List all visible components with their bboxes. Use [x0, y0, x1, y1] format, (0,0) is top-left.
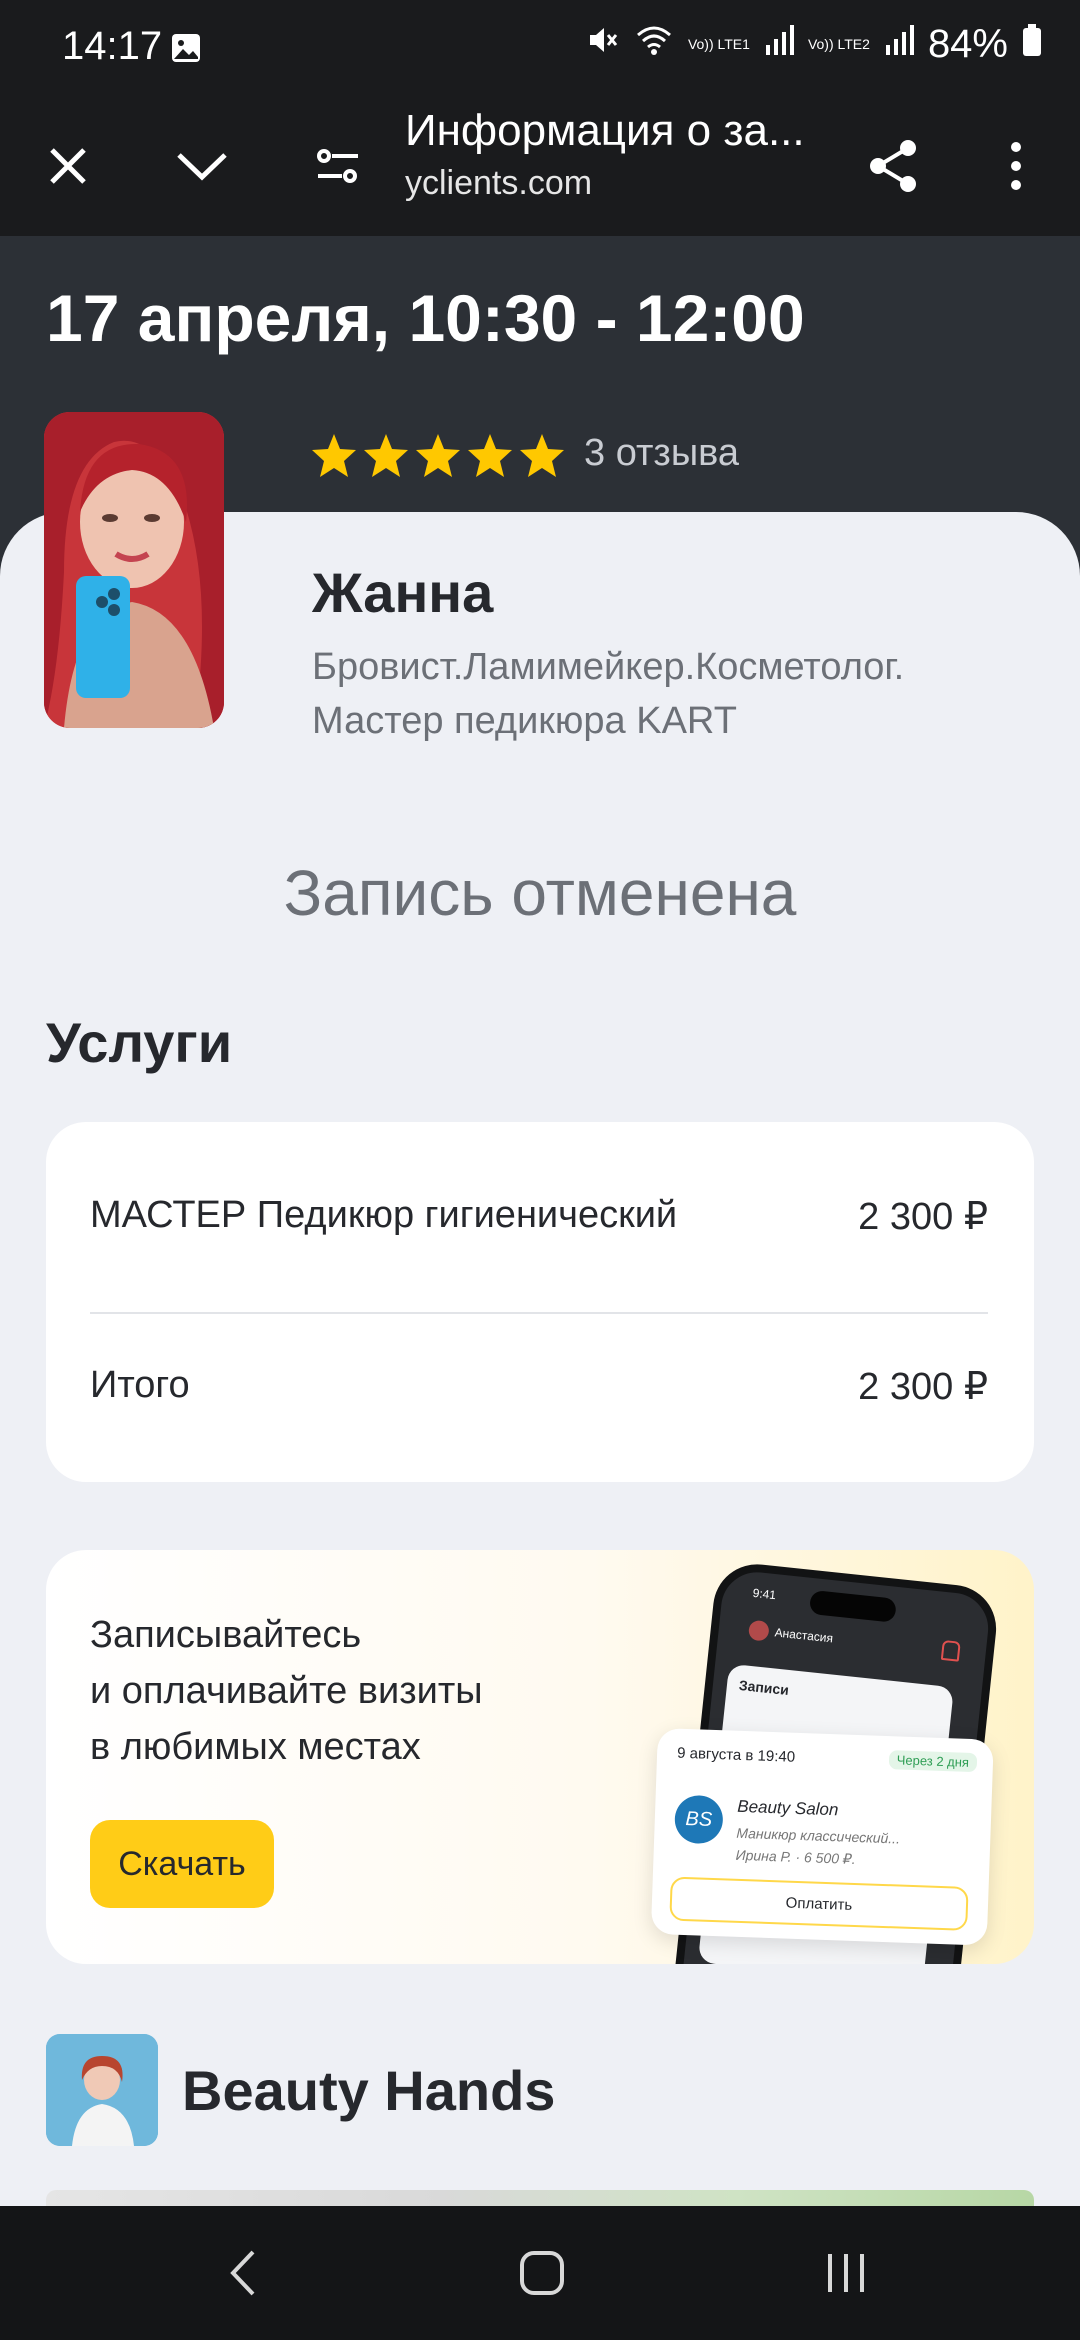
star-icon	[312, 434, 356, 477]
status-time: 14:17	[62, 24, 163, 68]
master-name: Жанна	[312, 561, 494, 624]
back-button[interactable]	[172, 2206, 312, 2340]
page-title: Информация о за...	[405, 106, 805, 155]
promo-text: Записывайтесь	[90, 1614, 362, 1656]
recents-icon	[828, 2254, 864, 2292]
more-vert-icon	[1011, 142, 1021, 190]
close-icon	[50, 148, 86, 184]
system-nav-bar	[0, 2206, 1080, 2340]
appointment-card-illustration: 9 августа в 19:40 Через 2 дня BS Beauty …	[650, 1728, 994, 1946]
star-icon	[468, 434, 512, 477]
phone-time: 9:41	[752, 1585, 777, 1603]
appt-pay-button: Оплатить	[669, 1876, 969, 1931]
phone-user-name: Анастасия	[774, 1625, 834, 1646]
service-price: 2 300 ₽	[858, 1196, 988, 1238]
battery-icon	[1022, 22, 1042, 67]
tune-icon	[317, 149, 358, 183]
home-icon	[520, 2251, 564, 2295]
promo-text: в любимых местах	[90, 1726, 421, 1768]
app-promo-banner: Записывайтесь и оплачивайте визиты в люб…	[46, 1550, 1034, 1964]
appt-service: Маникюр классический...	[736, 1824, 901, 1847]
salon-logo-badge: BS	[674, 1794, 724, 1845]
avatar	[747, 1619, 770, 1642]
salon-name[interactable]: Beauty Hands	[182, 2058, 555, 2123]
back-icon	[230, 2250, 255, 2296]
salon-logo[interactable]	[46, 2034, 158, 2146]
star-icon	[364, 434, 408, 477]
total-label: Итого	[90, 1364, 190, 1406]
more-button[interactable]	[966, 96, 1066, 236]
recents-button[interactable]	[776, 2206, 916, 2340]
signal-icon	[884, 22, 914, 67]
close-button[interactable]	[18, 96, 118, 236]
wifi-icon	[634, 22, 674, 67]
browser-toolbar: Информация о за... yclients.com	[0, 96, 1080, 236]
chevron-down-icon	[177, 153, 227, 181]
master-avatar[interactable]	[44, 412, 224, 728]
reviews-link[interactable]: 3 отзыва	[584, 432, 739, 475]
phone-notch	[808, 1589, 897, 1623]
master-role: Мастер педикюра KART	[312, 700, 737, 742]
appt-when-badge: Через 2 дня	[888, 1750, 978, 1773]
divider	[90, 1312, 988, 1314]
service-name: МАСТЕР Педикюр гигиенический	[90, 1194, 678, 1236]
appt-date: 9 августа в 19:40	[676, 1744, 796, 1766]
sim1-label: Vo)) LTE1	[687, 36, 750, 52]
map-preview[interactable]	[46, 2190, 1034, 2206]
share-button[interactable]	[844, 96, 944, 236]
appt-meta: Ирина Р. · 6 500 ₽.	[735, 1846, 857, 1867]
services-card: МАСТЕР Педикюр гигиенический 2 300 ₽ Ито…	[46, 1122, 1034, 1482]
phone-user: Анастасия	[747, 1619, 834, 1649]
home-button[interactable]	[472, 2206, 612, 2340]
signal-icon	[764, 22, 794, 67]
page-url: yclients.com	[405, 164, 593, 202]
star-icon	[520, 434, 564, 477]
phone-section-title: Записи	[738, 1676, 790, 1699]
mute-icon	[586, 22, 620, 67]
promo-text: и оплачивайте визиты	[90, 1670, 483, 1712]
share-icon	[870, 140, 916, 192]
sim2-label: Vo)) LTE2	[807, 36, 870, 52]
status-bar: 14:17 Vo)) LTE1 Vo)) LTE2 84%	[0, 0, 1080, 96]
battery-percent: 84%	[927, 22, 1008, 66]
appointment-status: Запись отменена	[283, 857, 797, 929]
rating-stars	[310, 432, 566, 480]
bell-icon	[940, 1639, 961, 1662]
services-heading: Услуги	[46, 1011, 233, 1074]
star-icon	[416, 434, 460, 477]
appointment-datetime: 17 апреля, 10:30 - 12:00	[46, 281, 805, 355]
page-settings-button[interactable]	[288, 96, 388, 236]
total-price: 2 300 ₽	[858, 1366, 988, 1408]
image-icon	[170, 32, 202, 64]
collapse-button[interactable]	[152, 96, 252, 236]
download-button[interactable]: Скачать	[90, 1820, 274, 1908]
appt-salon: Beauty Salon	[736, 1796, 839, 1820]
master-role: Бровист.Ламимейкер.Косметолог.	[312, 646, 905, 688]
